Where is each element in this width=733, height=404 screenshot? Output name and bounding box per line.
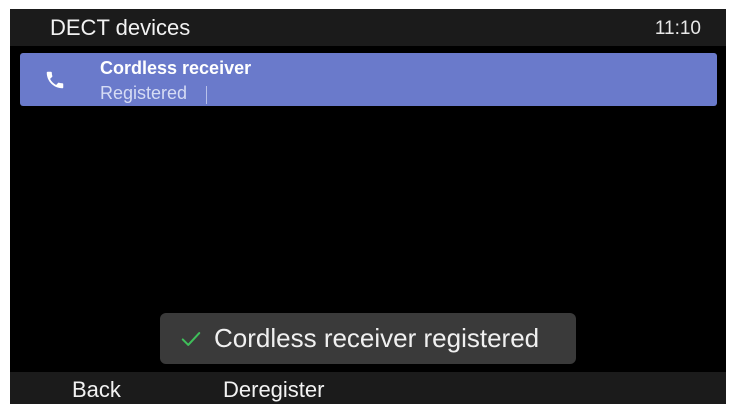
device-name: Cordless receiver [100,58,252,78]
device-row-cordless-receiver[interactable]: Cordless receiver Registered [20,53,717,106]
back-button[interactable]: Back [72,376,121,404]
title-bar: DECT devices 11:10 [10,9,726,46]
text-cursor [206,86,207,104]
clock: 11:10 [654,18,701,39]
deregister-button[interactable]: Deregister [223,376,324,404]
device-screen: DECT devices 11:10 Cordless receiver Reg… [10,9,726,404]
phone-handset-icon [44,69,66,91]
checkmark-icon [180,328,202,350]
toast-notification: Cordless receiver registered [160,313,576,364]
softkey-bar: Back Deregister [10,372,726,404]
toast-message: Cordless receiver registered [214,323,540,353]
device-status: Registered [100,83,188,103]
page-title: DECT devices [50,15,191,40]
